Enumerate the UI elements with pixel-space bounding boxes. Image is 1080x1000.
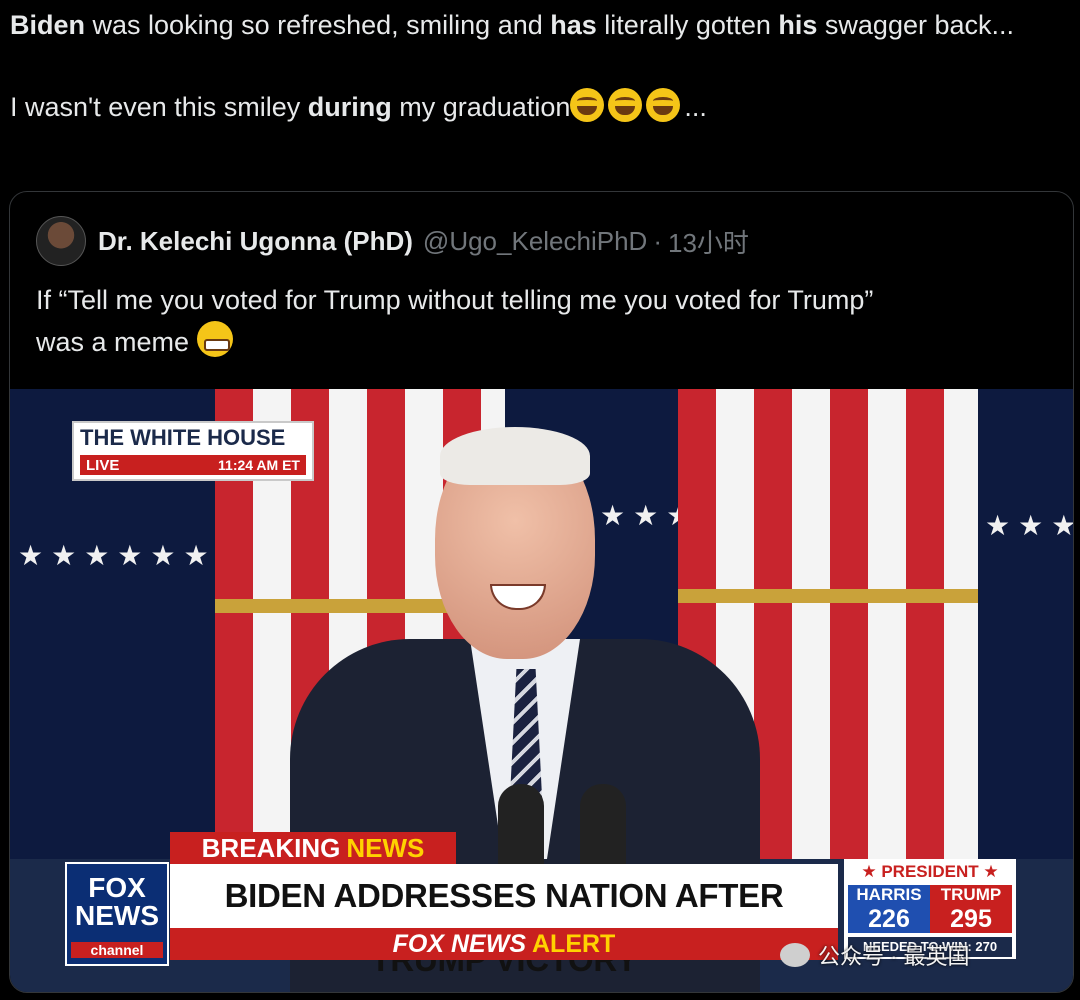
bold-his: his xyxy=(778,10,818,40)
logo-fox: FOX xyxy=(88,872,146,903)
location-label: THE WHITE HOUSE xyxy=(80,425,286,450)
text-seg: was looking so refreshed, smiling and xyxy=(85,10,551,40)
broadcast-time: 11:24 AM ET xyxy=(218,457,300,473)
logo-news: NEWS xyxy=(75,900,159,931)
live-bar: LIVE 11:24 AM ET xyxy=(80,455,306,475)
harris-tally: HARRIS 226 xyxy=(848,885,930,933)
watermark-text: 公众号 · 最英国 xyxy=(818,944,970,969)
location-bug: THE WHITE HOUSE LIVE 11:24 AM ET xyxy=(72,421,314,481)
post-time[interactable]: 13小时 xyxy=(668,223,749,260)
bold-biden: Biden xyxy=(10,10,86,40)
trump-tally: TRUMP 295 xyxy=(930,885,1012,933)
watermark: 公众号 · 最英国 xyxy=(780,939,970,971)
alert-bar: FOX NEWS ALERT xyxy=(170,928,838,960)
wechat-icon xyxy=(780,943,810,967)
hair xyxy=(440,427,590,485)
tweet-line-1: Biden was looking so refreshed, smiling … xyxy=(10,4,1075,46)
text-seg: I wasn't even this smiley xyxy=(10,92,308,122)
bold-has: has xyxy=(550,10,597,40)
text-seg: literally gotten xyxy=(596,10,779,40)
text-seg: swagger back... xyxy=(817,10,1014,40)
quoted-tweet-card[interactable]: Dr. Kelechi Ugonna (PhD) @Ugo_KelechiPhD… xyxy=(9,191,1074,993)
ellipsis: ... xyxy=(684,92,707,122)
fox-news-logo-icon: FOX NEWS channel xyxy=(65,862,169,966)
separator: · xyxy=(653,225,662,256)
chyron-headline: BIDEN ADDRESSES NATION AFTER TRUMP VICTO… xyxy=(170,864,838,978)
quoted-line-1: If “Tell me you voted for Trump without … xyxy=(36,285,874,315)
live-label: LIVE xyxy=(86,456,120,474)
election-title: ★ PRESIDENT ★ xyxy=(861,862,999,881)
quoted-line-2: was a meme xyxy=(36,321,1046,363)
star-row-icon: ★★★ xyxy=(985,510,1073,541)
text-seg: was a meme xyxy=(36,327,190,357)
tweet-line-2: I wasn't even this smiley during my grad… xyxy=(10,86,1075,128)
alert-text: ALERT xyxy=(532,930,616,958)
face-with-tears-of-joy-icon xyxy=(646,88,681,122)
breaking-news-label: BREAKING NEWS xyxy=(170,832,456,864)
alert-fox-news: FOX NEWS xyxy=(392,930,526,958)
logo-channel: channel xyxy=(71,942,163,958)
author-name[interactable]: Dr. Kelechi Ugonna (PhD) xyxy=(98,226,413,257)
bold-during: during xyxy=(307,92,392,122)
author-handle[interactable]: @Ugo_KelechiPhD xyxy=(423,226,647,257)
broadcast-image[interactable]: ★★★★★★ ★★★ ★★★ THE WHITE HOUSE LIVE 11:2… xyxy=(10,389,1073,992)
star-row-icon: ★★★★★★ xyxy=(18,540,217,571)
quoted-tweet-text: If “Tell me you voted for Trump without … xyxy=(36,280,1046,363)
avatar[interactable] xyxy=(36,216,86,266)
grimacing-face-icon xyxy=(196,321,233,357)
flag-backdrop xyxy=(978,389,1073,859)
trump-count: 295 xyxy=(950,905,992,933)
breaking-text: BREAKING xyxy=(201,833,341,863)
quoted-tweet-header: Dr. Kelechi Ugonna (PhD) @Ugo_KelechiPhD… xyxy=(36,216,749,266)
harris-count: 226 xyxy=(868,905,910,933)
news-text: NEWS xyxy=(346,833,425,863)
text-seg: my graduation xyxy=(391,92,571,122)
harris-label: HARRIS xyxy=(856,885,922,904)
tweet-text: Biden was looking so refreshed, smiling … xyxy=(10,4,1075,128)
face-with-tears-of-joy-icon xyxy=(608,88,643,122)
trump-label: TRUMP xyxy=(940,885,1002,904)
face-with-tears-of-joy-icon xyxy=(570,88,605,122)
